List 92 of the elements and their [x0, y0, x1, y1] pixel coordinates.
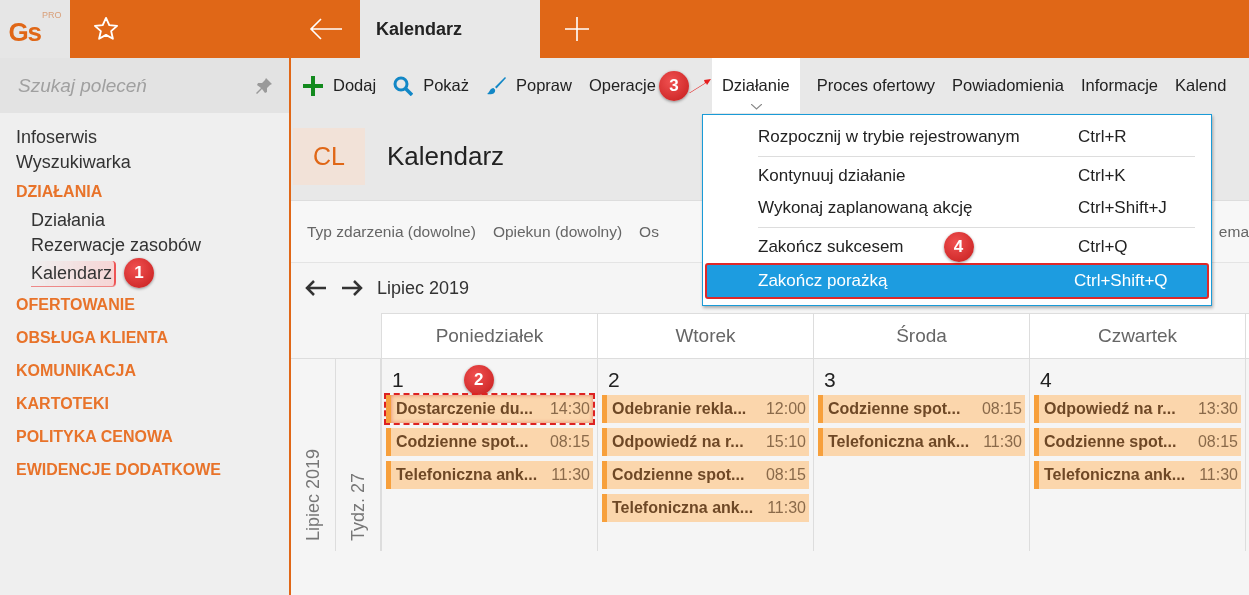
day-header: Środa [813, 313, 1029, 358]
event-time: 13:30 [1197, 400, 1238, 418]
event-title: Telefoniczna ank... [396, 466, 538, 484]
tab[interactable]: Kalendarz [360, 0, 540, 58]
event-time: 11:30 [983, 433, 1022, 451]
calendar-event[interactable]: Codzienne spot... 08:15 [386, 428, 593, 456]
step-badge: 4 [943, 232, 974, 262]
toolbar-button[interactable]: Proces ofertowy [816, 76, 936, 95]
sidebar-item[interactable]: Wyszukiwarka [0, 150, 133, 175]
calendar-event[interactable]: Odpowiedź na r... 15:10 [602, 428, 809, 456]
sidebar-item[interactable]: Działania [0, 208, 108, 233]
pin-icon[interactable] [255, 76, 273, 95]
period-label: Lipiec 2019 [377, 277, 470, 299]
calendar-event[interactable]: Odebranie rekla... 12:00 [602, 395, 809, 423]
add-tab-icon[interactable] [565, 17, 589, 41]
calendar-event[interactable]: Telefoniczna ank... 11:30 [1034, 461, 1241, 489]
date-number: 1 [392, 368, 404, 392]
event-time: 08:15 [1197, 433, 1238, 451]
next-arrow-icon[interactable] [341, 279, 363, 297]
calendar-event[interactable]: Telefoniczna ank... 11:30 [602, 494, 809, 522]
event-title: Odpowiedź na r... [612, 433, 744, 451]
calendar-event[interactable]: Dostarczenie du... 14:30 [386, 395, 593, 423]
previous-arrow-icon[interactable] [305, 279, 327, 297]
plus-icon [303, 75, 323, 96]
event-time: 08:15 [549, 433, 590, 451]
event-time: 11:30 [1199, 466, 1238, 484]
toolbar-button[interactable]: Kalend [1175, 76, 1227, 95]
calendar-event[interactable]: Telefoniczna ank... 11:30 [818, 428, 1025, 456]
calendar-event[interactable]: Codzienne spot... 08:15 [1034, 428, 1241, 456]
week-label: Tydz. 27 [347, 472, 369, 541]
search-bar[interactable]: Szukaj poleceń [0, 58, 289, 113]
menu-item[interactable]: Kontynuuj działanie Ctrl+K [703, 160, 1211, 192]
sidebar-item[interactable]: Rezerwacje zasobów [0, 233, 204, 258]
date-number: 3 [824, 368, 836, 392]
logo: Gs [8, 16, 42, 48]
chevron-down-icon [750, 104, 762, 110]
event-time: 14:30 [549, 400, 590, 418]
event-title: Codzienne spot... [396, 433, 529, 451]
event-title: Telefoniczna ank... [612, 499, 754, 517]
event-title: Telefoniczna ank... [828, 433, 970, 451]
toolbar-button[interactable]: Powiadomienia [952, 76, 1064, 95]
sidebar-item[interactable]: Infoserwis [0, 125, 100, 150]
toolbar-button[interactable]: Dodaj [303, 75, 377, 96]
event-time: 08:15 [765, 466, 806, 484]
toolbar-button[interactable]: Operacje [588, 76, 656, 95]
event-time: 08:15 [981, 400, 1022, 418]
calendar-event[interactable]: Codzienne spot... 08:15 [602, 461, 809, 489]
module-badge: CL [293, 128, 365, 185]
calendar-event[interactable]: Codzienne spot... 08:15 [818, 395, 1025, 423]
back-arrow-icon[interactable] [308, 18, 343, 40]
star-icon[interactable] [92, 15, 120, 43]
sidebar-item[interactable]: Kalendarz [31, 260, 117, 286]
day-header: Wtorek [597, 313, 813, 358]
day-header: Poniedziałek [381, 313, 597, 358]
event-time: 11:30 [767, 499, 806, 517]
page-title: Kalendarz [387, 141, 505, 172]
menu-item[interactable]: Wykonaj zaplanowaną akcję Ctrl+Shift+J [703, 192, 1211, 224]
menu-item[interactable]: Zakończ sukcesem 4 Ctrl+Q [703, 231, 1211, 263]
filter-label[interactable]: Typ zdarzenia (dowolne) [307, 222, 476, 241]
event-title: Telefoniczna ank... [1044, 466, 1186, 484]
brush-icon [486, 75, 506, 96]
event-title: Dostarczenie du... [396, 400, 533, 418]
toolbar-button[interactable]: Informacje [1080, 76, 1158, 95]
menu-item[interactable]: Zakończ porażką Ctrl+Shift+Q [705, 263, 1209, 299]
event-title: Codzienne spot... [828, 400, 961, 418]
date-number: 4 [1040, 368, 1052, 392]
event-title: Codzienne spot... [612, 466, 745, 484]
month-label: Lipiec 2019 [302, 448, 324, 541]
toolbar-button[interactable]: Pokaż [393, 75, 469, 96]
toolbar-button[interactable]: Działanie [711, 58, 800, 113]
event-time: 12:00 [765, 400, 806, 418]
event-title: Codzienne spot... [1044, 433, 1177, 451]
filter-label[interactable]: Os [639, 222, 659, 241]
menu-item[interactable]: Rozpocznij w trybie rejestrowanym Ctrl+R [703, 121, 1211, 153]
event-title: Odebranie rekla... [612, 400, 747, 418]
step-badge: 2 [463, 365, 494, 395]
day-header: Czwartek [1029, 313, 1245, 358]
filter-label[interactable]: Opiekun (dowolny) [492, 222, 623, 241]
pro-label: PRO [42, 10, 62, 20]
step-badge: 1 [124, 258, 155, 288]
date-number: 2 [608, 368, 620, 392]
search-field[interactable]: Szukaj poleceń [18, 74, 218, 97]
step-badge: 3 [658, 70, 689, 101]
calendar-event[interactable]: Odpowiedź na r... 13:30 [1034, 395, 1241, 423]
event-time: 11:30 [551, 466, 590, 484]
pointer-arrow-icon [688, 78, 711, 93]
event-time: 15:10 [765, 433, 806, 451]
search-icon [393, 75, 414, 96]
filter-label[interactable]: ema [1218, 222, 1249, 241]
calendar-event[interactable]: Telefoniczna ank... 11:30 [386, 461, 593, 489]
toolbar-button[interactable]: Popraw [486, 75, 572, 96]
event-title: Odpowiedź na r... [1044, 400, 1176, 418]
